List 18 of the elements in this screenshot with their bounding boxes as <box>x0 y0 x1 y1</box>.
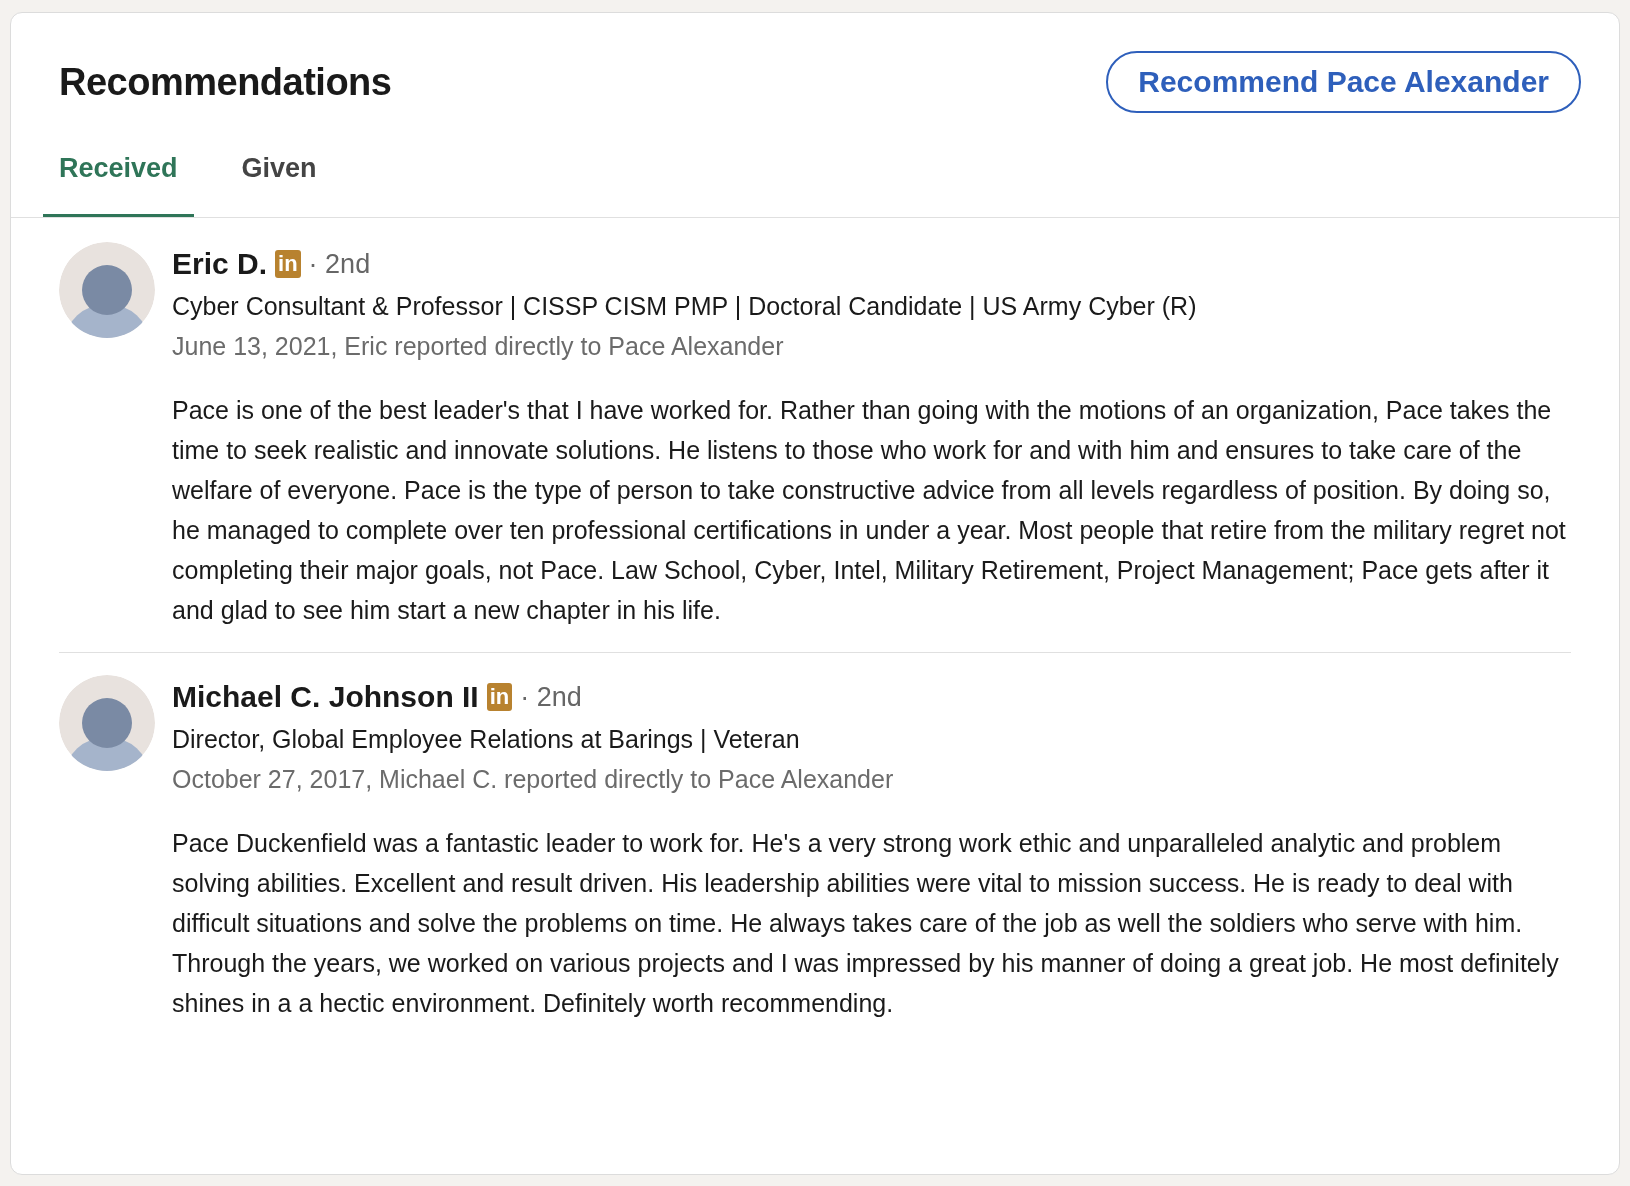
person-headline: Cyber Consultant & Professor | CISSP CISM PMP | Doctoral Candidate | US Army Cyber (R) <box>172 291 1198 322</box>
avatar-icon[interactable] <box>59 242 155 338</box>
relationship-date: June 13, 2021, Eric reported directly to Pace Alexander <box>172 331 785 362</box>
network-badge: in <box>486 683 513 711</box>
connection-degree: · 2nd <box>520 681 582 713</box>
recommendation-text: Pace Duckenfield was a fantastic leader to work for. He's a very strong work ethic and unparalleled analytic and problem solving abilities. Excellent and result driven. His leadership abilities were vital to mission success. He is ready to deal with difficult situations and solve the problems on time. He always takes care of the job as well the soldiers who serve with him. Through the years, we worked on various projects and I was impressed by his manner of doing a great job. He most definitely shines in a a hectic environment. Definitely worth recommending. <box>172 828 1560 1019</box>
person-headline: Director, Global Employee Relations at Barings | Veteran <box>172 724 801 755</box>
recommendation-text: Pace is one of the best leader's that I have worked for. Rather than going with the motions of an organization, Pace takes the time to seek realistic and innovate solutions. He listens to those who work for and with him and ensures to take care of the welfare of everyone. Pace is the type of person to take constructive advice from all levels regardless of position. By doing so, he managed to complete over ten professional certifications in under a year. Most people that retire from the military regret not completing their major goals, not Pace. Law School, Cyber, Intel, Military Retirement, Project Management; Pace gets after it and glad to see him start a new chapter in his life. <box>172 395 1567 626</box>
connection-degree: · 2nd <box>308 248 371 280</box>
person-name[interactable]: Michael C. Johnson II <box>172 680 479 714</box>
tab[interactable]: Given <box>225 139 333 217</box>
tab[interactable]: Received <box>43 139 194 217</box>
network-badge: in <box>275 250 301 278</box>
person-name[interactable]: Eric D. <box>172 247 268 281</box>
recommend-button[interactable]: Recommend Pace Alexander <box>1106 51 1581 113</box>
section-title: Recommendations <box>59 60 392 104</box>
relationship-date: October 27, 2017, Michael C. reported directly to Pace Alexander <box>172 764 895 795</box>
avatar-icon[interactable] <box>59 675 155 771</box>
